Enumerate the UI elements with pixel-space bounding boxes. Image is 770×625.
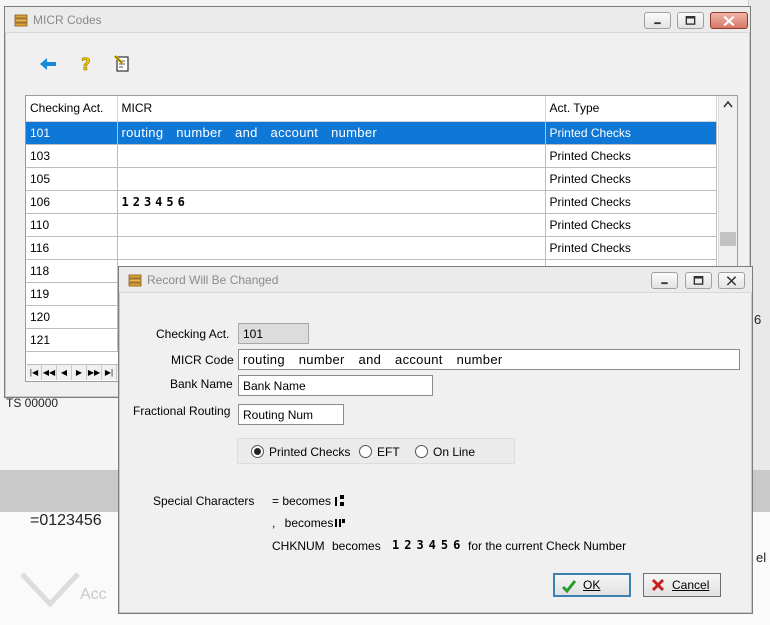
record-changed-dialog: Record Will Be Changed Checking Act. 101… xyxy=(118,266,753,614)
minimize-icon xyxy=(654,22,661,25)
table-row[interactable]: 106 123456 Printed Checks xyxy=(26,190,717,214)
table-row[interactable]: 101 routing number and account number Pr… xyxy=(26,121,717,145)
fractional-routing-field[interactable]: Routing Num xyxy=(238,404,344,425)
sc-equals-text: = becomes xyxy=(272,494,332,508)
dialog-minimize-button[interactable] xyxy=(651,272,678,289)
column-header-act-type[interactable]: Act. Type xyxy=(545,96,717,122)
background-right-text: el xyxy=(756,550,767,565)
radio-unselected-icon xyxy=(359,445,372,458)
cancel-button[interactable]: Cancel xyxy=(643,573,721,597)
micr-window-title: MICR Codes xyxy=(33,13,102,27)
micr-sample-glyphs: 123456 xyxy=(121,195,189,209)
dialog-restore-button[interactable] xyxy=(685,272,712,289)
restore-icon xyxy=(685,16,696,25)
cell-checking-act[interactable]: 101 xyxy=(26,121,118,145)
cell-checking-act[interactable]: 106 xyxy=(26,190,118,214)
radio-on-line-label: On Line xyxy=(433,445,476,459)
restore-icon xyxy=(693,276,704,285)
minimize-icon xyxy=(661,282,668,285)
background-number-text: =0123456 xyxy=(30,512,102,529)
cell-micr[interactable] xyxy=(117,167,546,191)
checkmark-icon xyxy=(561,580,577,594)
last-record-icon[interactable]: ▶| xyxy=(102,365,117,380)
column-header-checking-act[interactable]: Checking Act. xyxy=(26,96,118,122)
table-row[interactable]: 110 Printed Checks xyxy=(26,213,717,237)
cell-checking-act[interactable]: 103 xyxy=(26,144,118,168)
cell-act-type[interactable]: Printed Checks xyxy=(545,236,717,260)
account-type-radio-group: Printed Checks EFT On Line xyxy=(237,438,515,464)
radio-selected-icon xyxy=(251,445,264,458)
checking-act-label: Checking Act. xyxy=(156,327,230,341)
dialog-title: Record Will Be Changed xyxy=(147,273,279,287)
table-row[interactable]: 105 Printed Checks xyxy=(26,167,717,191)
ok-button[interactable]: OK xyxy=(553,573,631,597)
next-record-icon[interactable]: ▶ xyxy=(72,365,87,380)
background-logo-icon xyxy=(20,572,80,608)
edit-document-icon[interactable] xyxy=(113,54,133,74)
column-header-micr[interactable]: MICR xyxy=(117,96,546,122)
cell-act-type[interactable]: Printed Checks xyxy=(545,213,717,237)
cancel-button-label: Cancel xyxy=(672,578,710,592)
cell-micr[interactable]: routing number and account number xyxy=(117,121,546,145)
previous-page-icon[interactable]: ◀◀ xyxy=(42,365,57,380)
micr-code-field[interactable]: routing number and account number xyxy=(238,349,740,370)
sc-chknum-text: CHKNUM becomes xyxy=(272,539,381,553)
radio-printed-checks-label: Printed Checks xyxy=(269,445,351,459)
cell-act-type[interactable]: Printed Checks xyxy=(545,190,717,214)
next-page-icon[interactable]: ▶▶ xyxy=(87,365,102,380)
ok-button-label: OK xyxy=(583,578,601,592)
cell-act-type[interactable]: Printed Checks xyxy=(545,144,717,168)
special-characters-label: Special Characters xyxy=(153,494,255,508)
sc-chknum-sample: 123456 xyxy=(392,538,466,552)
bank-name-label: Bank Name xyxy=(170,377,233,391)
app-stack-icon xyxy=(14,14,28,27)
cell-checking-act[interactable]: 116 xyxy=(26,236,118,260)
table-row[interactable]: 116 Printed Checks xyxy=(26,236,717,260)
dialog-close-button[interactable] xyxy=(718,272,745,289)
table-row[interactable]: 103 Printed Checks xyxy=(26,144,717,168)
cell-micr[interactable] xyxy=(117,144,546,168)
bank-name-field[interactable]: Bank Name xyxy=(238,375,433,396)
radio-unselected-icon xyxy=(415,445,428,458)
back-arrow-icon[interactable] xyxy=(38,54,58,74)
previous-record-icon[interactable]: ◀ xyxy=(57,365,72,380)
close-icon xyxy=(723,16,735,27)
first-record-icon[interactable]: |◀ xyxy=(27,365,42,380)
cell-micr[interactable] xyxy=(117,213,546,237)
background-right-digit: 6 xyxy=(754,312,762,327)
micr-transit-symbol-icon xyxy=(335,495,344,506)
fractional-routing-label: Fractional Routing xyxy=(133,404,231,418)
cell-checking-act[interactable]: 105 xyxy=(26,167,118,191)
sc-chknum-suffix: for the current Check Number xyxy=(468,539,627,553)
cell-micr[interactable]: 123456 xyxy=(117,190,546,214)
cell-checking-act[interactable]: 119 xyxy=(26,282,118,306)
cell-checking-act[interactable]: 118 xyxy=(26,259,118,283)
cell-act-type[interactable]: Printed Checks xyxy=(545,121,717,145)
cancel-x-icon xyxy=(651,578,665,592)
cell-checking-act[interactable]: 120 xyxy=(26,305,118,329)
background-ts-text: TS 00000 xyxy=(6,396,59,410)
record-navigator: |◀ ◀◀ ◀ ▶ ▶▶ ▶| xyxy=(27,364,119,380)
cell-micr[interactable] xyxy=(117,236,546,260)
cell-act-type[interactable]: Printed Checks xyxy=(545,167,717,191)
restore-button[interactable] xyxy=(677,12,704,29)
table-header-row: Checking Act. MICR Act. Type xyxy=(26,96,717,122)
micr-code-label: MICR Code xyxy=(171,353,234,367)
scrollbar-thumb[interactable] xyxy=(720,232,736,246)
cell-checking-act[interactable]: 121 xyxy=(26,328,118,352)
micr-onus-symbol-icon xyxy=(335,519,345,527)
close-button[interactable] xyxy=(710,12,748,29)
minimize-button[interactable] xyxy=(644,12,671,29)
radio-eft-label: EFT xyxy=(377,445,400,459)
cell-checking-act[interactable]: 110 xyxy=(26,213,118,237)
app-stack-icon xyxy=(128,274,142,287)
dialog-titlebar[interactable]: Record Will Be Changed xyxy=(119,267,752,293)
checking-act-field: 101 xyxy=(238,323,309,344)
close-icon xyxy=(726,276,737,286)
scroll-up-icon[interactable] xyxy=(723,100,733,108)
sc-comma-text: , becomes xyxy=(272,516,334,530)
micr-window-titlebar[interactable]: MICR Codes xyxy=(5,7,750,33)
help-question-icon[interactable]: ? xyxy=(76,54,96,74)
svg-text:?: ? xyxy=(81,55,91,74)
